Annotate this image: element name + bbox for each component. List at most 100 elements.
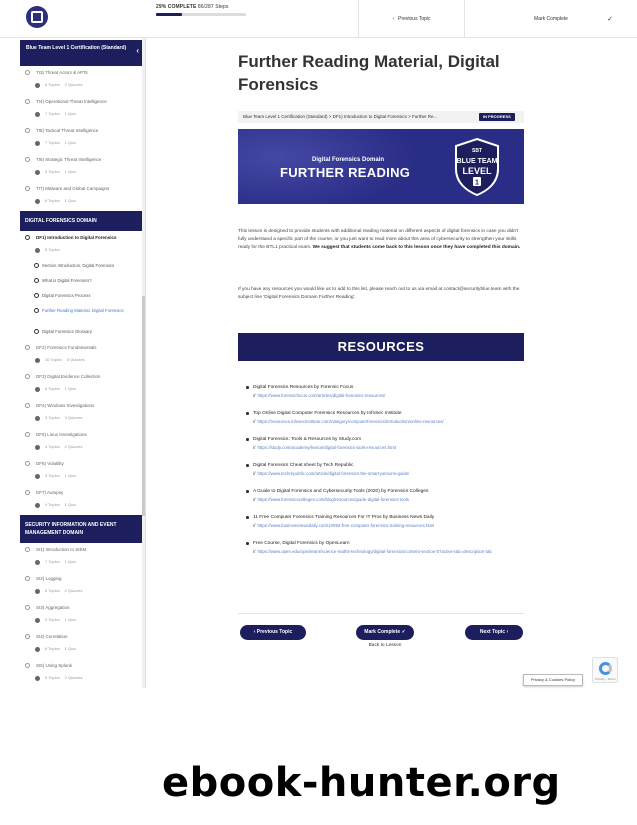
recaptcha-text: Privacy - Terms	[595, 677, 616, 681]
page: 29% COMPLETE 86/287 Steps ‹ Previous Top…	[0, 0, 637, 825]
sidebar-lesson[interactable]: TI7) Malware and Global Campaigns	[20, 182, 145, 197]
course-progress: 29% COMPLETE 86/287 Steps	[156, 4, 346, 16]
check-icon: ✓	[400, 629, 406, 635]
svg-text:SBT: SBT	[472, 148, 482, 154]
resource-item: Top Online Digital Computer Forensics Re…	[246, 410, 524, 425]
sidebar-lesson[interactable]: DF1) Introduction to Digital Forensics	[20, 231, 145, 246]
resource-item: Digital Forensics Cheat sheet by Tech Re…	[246, 462, 524, 477]
sidebar-lesson[interactable]: TI5) Tactical Threat Intelligence	[20, 124, 145, 139]
privacy-cookies-button[interactable]: Privacy & Cookies Policy	[523, 674, 583, 686]
resource-link[interactable]: //https://study.com/academy/lesson/digit…	[253, 444, 524, 451]
lesson-meta: 7 Topics 1 Quiz	[20, 558, 145, 572]
blue-team-level-1-badge: SBT BLUE TEAM LEVEL 1	[455, 137, 499, 197]
recaptcha-icon	[599, 662, 612, 675]
sidebar-topic[interactable]: Section Introduction, Digital Forensics	[20, 260, 145, 275]
resource-item: Digital Forensics Resources by Forensic …	[246, 384, 524, 399]
mark-complete-label: Mark Complete	[534, 16, 568, 22]
intro-paragraph: This lesson is designed to provide stude…	[238, 229, 521, 250]
banner-title: FURTHER READING	[280, 165, 411, 180]
resource-item: A Guide to Digital Forensics and Cyberse…	[246, 488, 524, 503]
progress-label: 29% COMPLETE 86/287 Steps	[156, 4, 229, 10]
resource-title: Free Course, Digital Forensics by OpenLe…	[253, 541, 350, 546]
banner-subtitle: Digital Forensics Domain	[312, 157, 385, 163]
sidebar-lesson[interactable]: TI4) Operational Threat Intelligence	[20, 95, 145, 110]
svg-text:BLUE TEAM: BLUE TEAM	[457, 158, 498, 165]
sidebar-lesson[interactable]: DF3) Digital Evidence Collection	[20, 370, 145, 385]
resources-list: Digital Forensics Resources by Forensic …	[246, 384, 524, 566]
lesson-meta: 4 Topics 1 Quiz	[20, 501, 145, 515]
top-bar: 29% COMPLETE 86/287 Steps ‹ Previous Top…	[0, 0, 637, 38]
next-topic-button[interactable]: Next Topic ›	[465, 625, 523, 640]
sidebar-lesson[interactable]: SI3) Aggregation	[20, 601, 145, 616]
svg-text:LEVEL: LEVEL	[462, 166, 492, 176]
chevron-left-icon[interactable]: ‹	[136, 47, 139, 55]
sidebar-topic[interactable]: What is Digital Forensics?	[20, 275, 145, 290]
lesson-meta: 6 Topics 2 Quizzes	[20, 81, 145, 95]
resource-link[interactable]: //https://www.businessnewsdaily.com/1009…	[253, 522, 524, 529]
mark-complete-button[interactable]: Mark Complete ✓	[356, 625, 414, 640]
progress-bar	[156, 13, 246, 16]
progress-fill	[156, 13, 183, 16]
sidebar-topic[interactable]: Digital Forensics Process	[20, 290, 145, 305]
mark-complete-link[interactable]: Mark Complete ✓	[464, 0, 637, 38]
site-logo[interactable]	[26, 6, 48, 28]
further-reading-banner: Digital Forensics Domain FURTHER READING…	[238, 129, 524, 204]
sidebar-domain-header: SECURITY INFORMATION AND EVENT MANAGEMEN…	[20, 515, 145, 543]
svg-text:1: 1	[475, 180, 479, 187]
resource-link[interactable]: //https://www.techrepublic.com/article/d…	[253, 470, 524, 477]
check-icon: ✓	[607, 16, 613, 23]
lesson-meta: 10 Topics 5 Quizzes	[20, 356, 145, 370]
sidebar-lesson[interactable]: TI6) Strategic Threat Intelligence	[20, 153, 145, 168]
sidebar-lesson[interactable]: SI1) Introduction to SIEM	[20, 543, 145, 558]
sidebar-lesson[interactable]: TI3) Threat Actors & APTs	[20, 66, 145, 81]
resources-heading: RESOURCES	[238, 333, 524, 361]
resource-title: A Guide to Digital Forensics and Cyberse…	[253, 489, 429, 494]
lesson-meta: 6 Topics 2 Quizzes	[20, 587, 145, 601]
lesson-meta: 4 Topics 2 Quizzes	[20, 443, 145, 457]
lesson-meta: 3 Topics 3 Quizzes	[20, 414, 145, 428]
resource-link[interactable]: //https://www.forensicfocus.com/articles…	[253, 392, 524, 399]
sidebar-topic[interactable]: Digital Forensics Glossary	[20, 326, 145, 341]
resource-title: Top Online Digital Computer Forensics Re…	[253, 411, 402, 416]
contact-paragraph: If you have any resources you would like…	[238, 287, 520, 300]
chevron-right-icon: ›	[505, 629, 509, 635]
resource-item: Free Course, Digital Forensics by OpenLe…	[246, 540, 524, 555]
resource-link[interactable]: //https://www.open.edu/openlearn/science…	[253, 548, 524, 555]
sidebar-scrollbar[interactable]	[142, 38, 145, 688]
page-title: Further Reading Material, Digital Forens…	[238, 52, 500, 94]
sidebar-lesson[interactable]: SI2) Logging	[20, 572, 145, 587]
lesson-meta: 3 Topics 1 Quiz	[20, 472, 145, 486]
sidebar-lesson[interactable]: SI5) Using Splunk	[20, 659, 145, 674]
lesson-meta: 7 Topics 1 Quiz	[20, 139, 145, 153]
resource-title: Digital Forensics Cheat sheet by Tech Re…	[253, 463, 354, 468]
resource-item: Digital Forensics: Tools & Resources by …	[246, 436, 524, 451]
resource-title: 11 Free Computer Forensics Training Reso…	[253, 515, 435, 520]
lesson-meta: 6 Topics 1 Quiz	[20, 645, 145, 659]
divider	[238, 613, 524, 614]
resource-link[interactable]: //https://resources.infosecinstitute.com…	[253, 418, 524, 425]
resource-title: Digital Forensics: Tools & Resources by …	[253, 437, 362, 442]
watermark: ebook-hunter.org	[162, 760, 561, 806]
sidebar-lesson[interactable]: DF6) Volatility	[20, 457, 145, 472]
previous-topic-link[interactable]: ‹ Previous Topic	[358, 0, 464, 38]
lesson-meta: 6 Topics 1 Quiz	[20, 197, 145, 211]
back-to-lesson-link[interactable]: Back to Lesson	[356, 643, 414, 648]
sidebar-domain-header: DIGITAL FORENSICS DOMAIN	[20, 211, 145, 231]
lesson-meta: 7 Topics 1 Quiz	[20, 110, 145, 124]
resource-link[interactable]: //https://www.forensicscolleges.com/blog…	[253, 496, 524, 503]
sidebar-lesson[interactable]: DF2) Forensics Fundamentals	[20, 341, 145, 356]
sidebar-topic[interactable]: Further Reading Material, Digital Forens…	[20, 305, 145, 326]
sidebar-course-title[interactable]: Blue Team Level 1 Certification (Standar…	[20, 40, 145, 66]
previous-topic-button[interactable]: ‹ Previous Topic	[240, 625, 306, 640]
chevron-left-icon: ‹	[392, 16, 395, 22]
sidebar-lesson[interactable]: SI4) Correlation	[20, 630, 145, 645]
status-badge: IN PROGRESS	[479, 113, 515, 121]
lesson-meta: 8 Topics 1 Quiz	[20, 385, 145, 399]
sidebar-lesson[interactable]: DF5) Linux Investigations	[20, 428, 145, 443]
resource-item: 11 Free Computer Forensics Training Reso…	[246, 514, 524, 529]
resource-title: Digital Forensics Resources by Forensic …	[253, 385, 354, 390]
recaptcha-badge[interactable]: Privacy - Terms	[592, 657, 618, 683]
sidebar-lesson[interactable]: DF7) Autopsy	[20, 486, 145, 501]
lesson-meta: 5 Topics	[20, 246, 145, 260]
sidebar-lesson[interactable]: DF4) Windows Investigations	[20, 399, 145, 414]
